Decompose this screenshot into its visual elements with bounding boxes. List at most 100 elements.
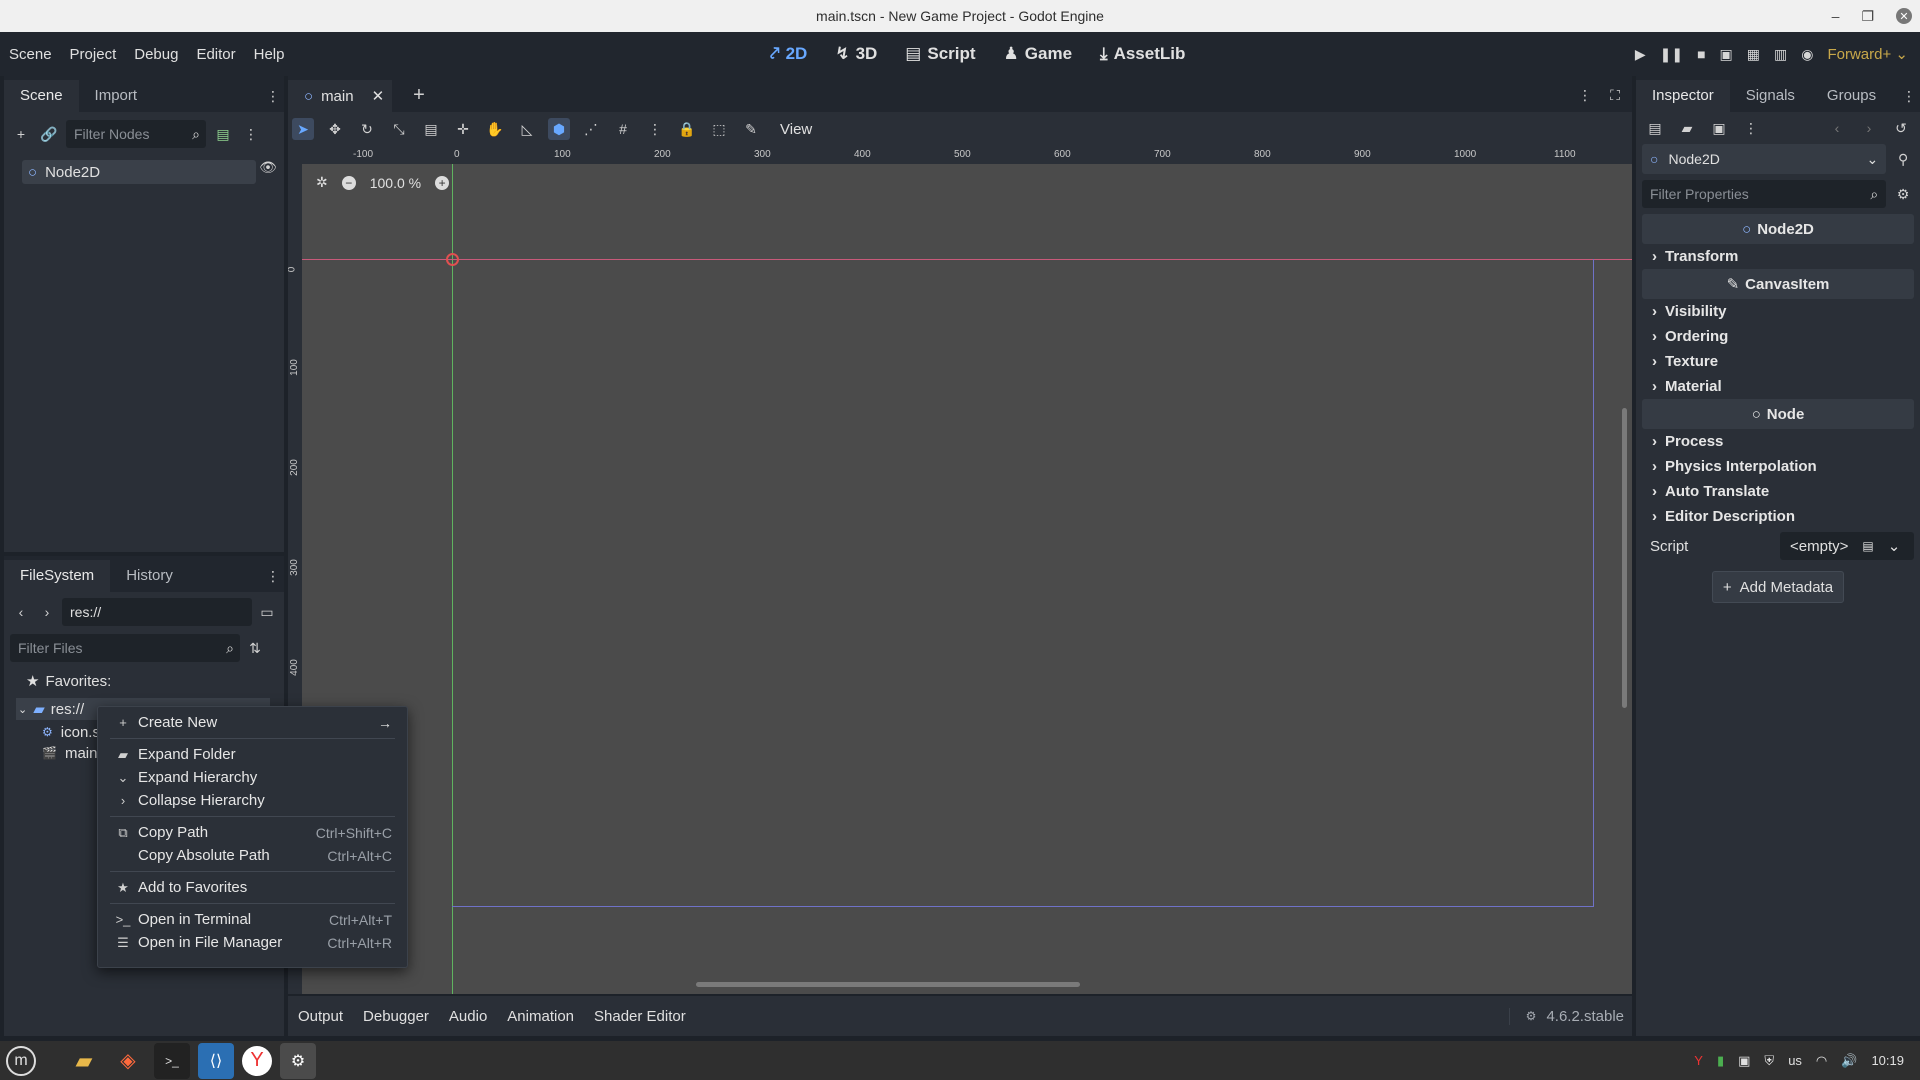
scale-tool-icon[interactable]: ⤡ <box>388 118 410 140</box>
menu-item-copy-absolute-path[interactable]: Copy Absolute Path Ctrl+Alt+C <box>98 844 407 867</box>
group-transform[interactable]: › Transform <box>1642 244 1914 269</box>
path-field[interactable]: res:// <box>62 598 252 626</box>
filter-nodes-input[interactable]: Filter Nodes ⌕ <box>66 120 206 148</box>
clock[interactable]: 10:19 <box>1871 1053 1904 1068</box>
tab-audio[interactable]: Audio <box>449 1008 487 1025</box>
forward-icon[interactable]: › <box>36 601 58 623</box>
menu-item-copy-path[interactable]: ⧉ Copy Path Ctrl+Shift+C <box>98 821 407 844</box>
group-visibility[interactable]: › Visibility <box>1642 299 1914 324</box>
group-ordering[interactable]: › Ordering <box>1642 324 1914 349</box>
group-physics-interpolation[interactable]: › Physics Interpolation <box>1642 454 1914 479</box>
tab-scene[interactable]: Scene <box>4 80 79 112</box>
menu-item-expand-hierarchy[interactable]: ⌄ Expand Hierarchy <box>98 766 407 789</box>
center-view-icon[interactable]: ✲ <box>316 174 328 191</box>
group-process[interactable]: › Process <box>1642 429 1914 454</box>
node-selector[interactable]: ○ Node2D ⌄ <box>1642 144 1887 174</box>
zoom-in-icon[interactable]: + <box>435 175 450 190</box>
keyboard-layout[interactable]: us <box>1788 1053 1802 1068</box>
canvas-viewport[interactable]: -100 0 100 200 300 400 500 600 700 800 9… <box>288 146 1632 994</box>
save-resource-icon[interactable]: ▣ <box>1708 117 1730 139</box>
group-editor-description[interactable]: › Editor Description <box>1642 504 1914 529</box>
menu-item-expand-folder[interactable]: ▰ Expand Folder <box>98 743 407 766</box>
firewall-app-icon[interactable]: ◈ <box>110 1043 146 1079</box>
dock-menu-icon[interactable]: ⋮ <box>1898 85 1920 107</box>
dock-menu-icon[interactable]: ⋮ <box>262 85 284 107</box>
wifi-icon[interactable]: ◠ <box>1816 1053 1827 1069</box>
scene-menu-icon[interactable]: ⋮ <box>240 123 262 145</box>
clipboard-icon[interactable]: ▣ <box>1738 1053 1750 1069</box>
list-select-icon[interactable]: ▤ <box>420 118 442 140</box>
snap-menu-icon[interactable]: ⋮ <box>644 118 666 140</box>
link-icon[interactable]: 🔗 <box>38 123 60 145</box>
tabs-menu-icon[interactable]: ⋮ <box>1574 84 1596 106</box>
vscode-app-icon[interactable]: ⟨⟩ <box>198 1042 234 1079</box>
close-tab-icon[interactable]: ✕ <box>372 87 385 105</box>
lock-icon[interactable]: 🔒 <box>676 118 698 140</box>
skeleton-icon[interactable]: ✎ <box>740 118 762 140</box>
filter-files-input[interactable]: Filter Files ⌕ <box>10 634 240 662</box>
browser-app-icon[interactable]: Y <box>242 1045 272 1076</box>
play-scene-icon[interactable]: ▦ <box>1747 46 1760 63</box>
menu-item-add-to-favorites[interactable]: ★ Add to Favorites <box>98 876 407 899</box>
tab-signals[interactable]: Signals <box>1730 80 1811 112</box>
menu-editor[interactable]: Editor <box>187 46 244 63</box>
group-auto-translate[interactable]: › Auto Translate <box>1642 479 1914 504</box>
add-node-icon[interactable]: + <box>10 123 32 145</box>
sort-icon[interactable]: ⇅ <box>244 637 266 659</box>
godot-app-icon[interactable]: ⚙ <box>280 1042 316 1079</box>
menu-project[interactable]: Project <box>61 46 126 63</box>
minimize-icon[interactable]: – <box>1832 8 1840 24</box>
attach-script-icon[interactable]: ▤ <box>212 123 234 145</box>
object-settings-icon[interactable]: ⚲ <box>1892 148 1914 170</box>
menu-debug[interactable]: Debug <box>125 46 187 63</box>
grid-snap-icon[interactable]: # <box>612 118 634 140</box>
tab-animation[interactable]: Animation <box>507 1008 574 1025</box>
menu-scene[interactable]: Scene <box>0 46 61 63</box>
menu-help[interactable]: Help <box>245 46 294 63</box>
history-icon[interactable]: ↺ <box>1890 117 1912 139</box>
move-tool-icon[interactable]: ✥ <box>324 118 346 140</box>
view-menu[interactable]: View <box>772 121 820 138</box>
favorites-item[interactable]: ★ Favorites: <box>4 664 284 698</box>
visibility-eye-icon[interactable]: 👁 <box>257 156 279 178</box>
play-custom-scene-icon[interactable]: ▥ <box>1774 46 1787 63</box>
remote-debug-icon[interactable]: ▣ <box>1720 46 1733 63</box>
tab-debugger[interactable]: Debugger <box>363 1008 429 1025</box>
start-menu-icon[interactable]: m <box>6 1045 36 1076</box>
new-resource-icon[interactable]: ▤ <box>1644 117 1666 139</box>
browser-tray-icon[interactable]: Y <box>1694 1053 1703 1068</box>
maximize-icon[interactable]: ❐ <box>1861 8 1874 25</box>
snap-options-icon[interactable]: ⋰ <box>580 118 602 140</box>
network-monitor-icon[interactable]: ▮ <box>1717 1053 1724 1069</box>
rotate-tool-icon[interactable]: ↻ <box>356 118 378 140</box>
main-screen-script[interactable]: ▤ Script <box>895 44 985 64</box>
menu-item-open-in-terminal[interactable]: >_ Open in Terminal Ctrl+Alt+T <box>98 908 407 931</box>
main-screen-assetlib[interactable]: ⤓ AssetLib <box>1090 44 1195 64</box>
pan-tool-icon[interactable]: ✋ <box>484 118 506 140</box>
close-icon[interactable]: ✕ <box>1896 8 1912 24</box>
tab-groups[interactable]: Groups <box>1811 80 1892 112</box>
zoom-level[interactable]: 100.0 % <box>370 175 421 191</box>
smart-snap-icon[interactable]: ⬢ <box>548 118 570 140</box>
volume-icon[interactable]: 🔊 <box>1841 1053 1857 1069</box>
ruler-tool-icon[interactable]: ◺ <box>516 118 538 140</box>
play-icon[interactable]: ▶ <box>1635 46 1646 63</box>
back-icon[interactable]: ‹ <box>10 601 32 623</box>
resource-menu-icon[interactable]: ⋮ <box>1740 117 1762 139</box>
history-back-icon[interactable]: ‹ <box>1826 117 1848 139</box>
main-screen-game[interactable]: ♟ Game <box>994 44 1083 64</box>
tab-inspector[interactable]: Inspector <box>1636 80 1730 112</box>
filter-properties-input[interactable]: Filter Properties ⌕ <box>1642 180 1887 208</box>
stop-icon[interactable]: ■ <box>1697 46 1705 62</box>
tab-history[interactable]: History <box>110 560 189 592</box>
tab-import[interactable]: Import <box>79 80 154 112</box>
dock-menu-icon[interactable]: ⋮ <box>262 565 284 587</box>
scene-tab-main[interactable]: ○ main ✕ <box>288 80 392 112</box>
select-tool-icon[interactable]: ➤ <box>292 118 314 140</box>
menu-item-create-new[interactable]: + Create New → <box>98 711 407 734</box>
zoom-out-icon[interactable]: − <box>341 175 356 190</box>
vertical-scrollbar[interactable] <box>1622 408 1627 708</box>
tab-filesystem[interactable]: FileSystem <box>4 560 111 592</box>
menu-item-open-in-file-manager[interactable]: ☰ Open in File Manager Ctrl+Alt+R <box>98 931 407 954</box>
group-material[interactable]: › Material <box>1642 374 1914 399</box>
